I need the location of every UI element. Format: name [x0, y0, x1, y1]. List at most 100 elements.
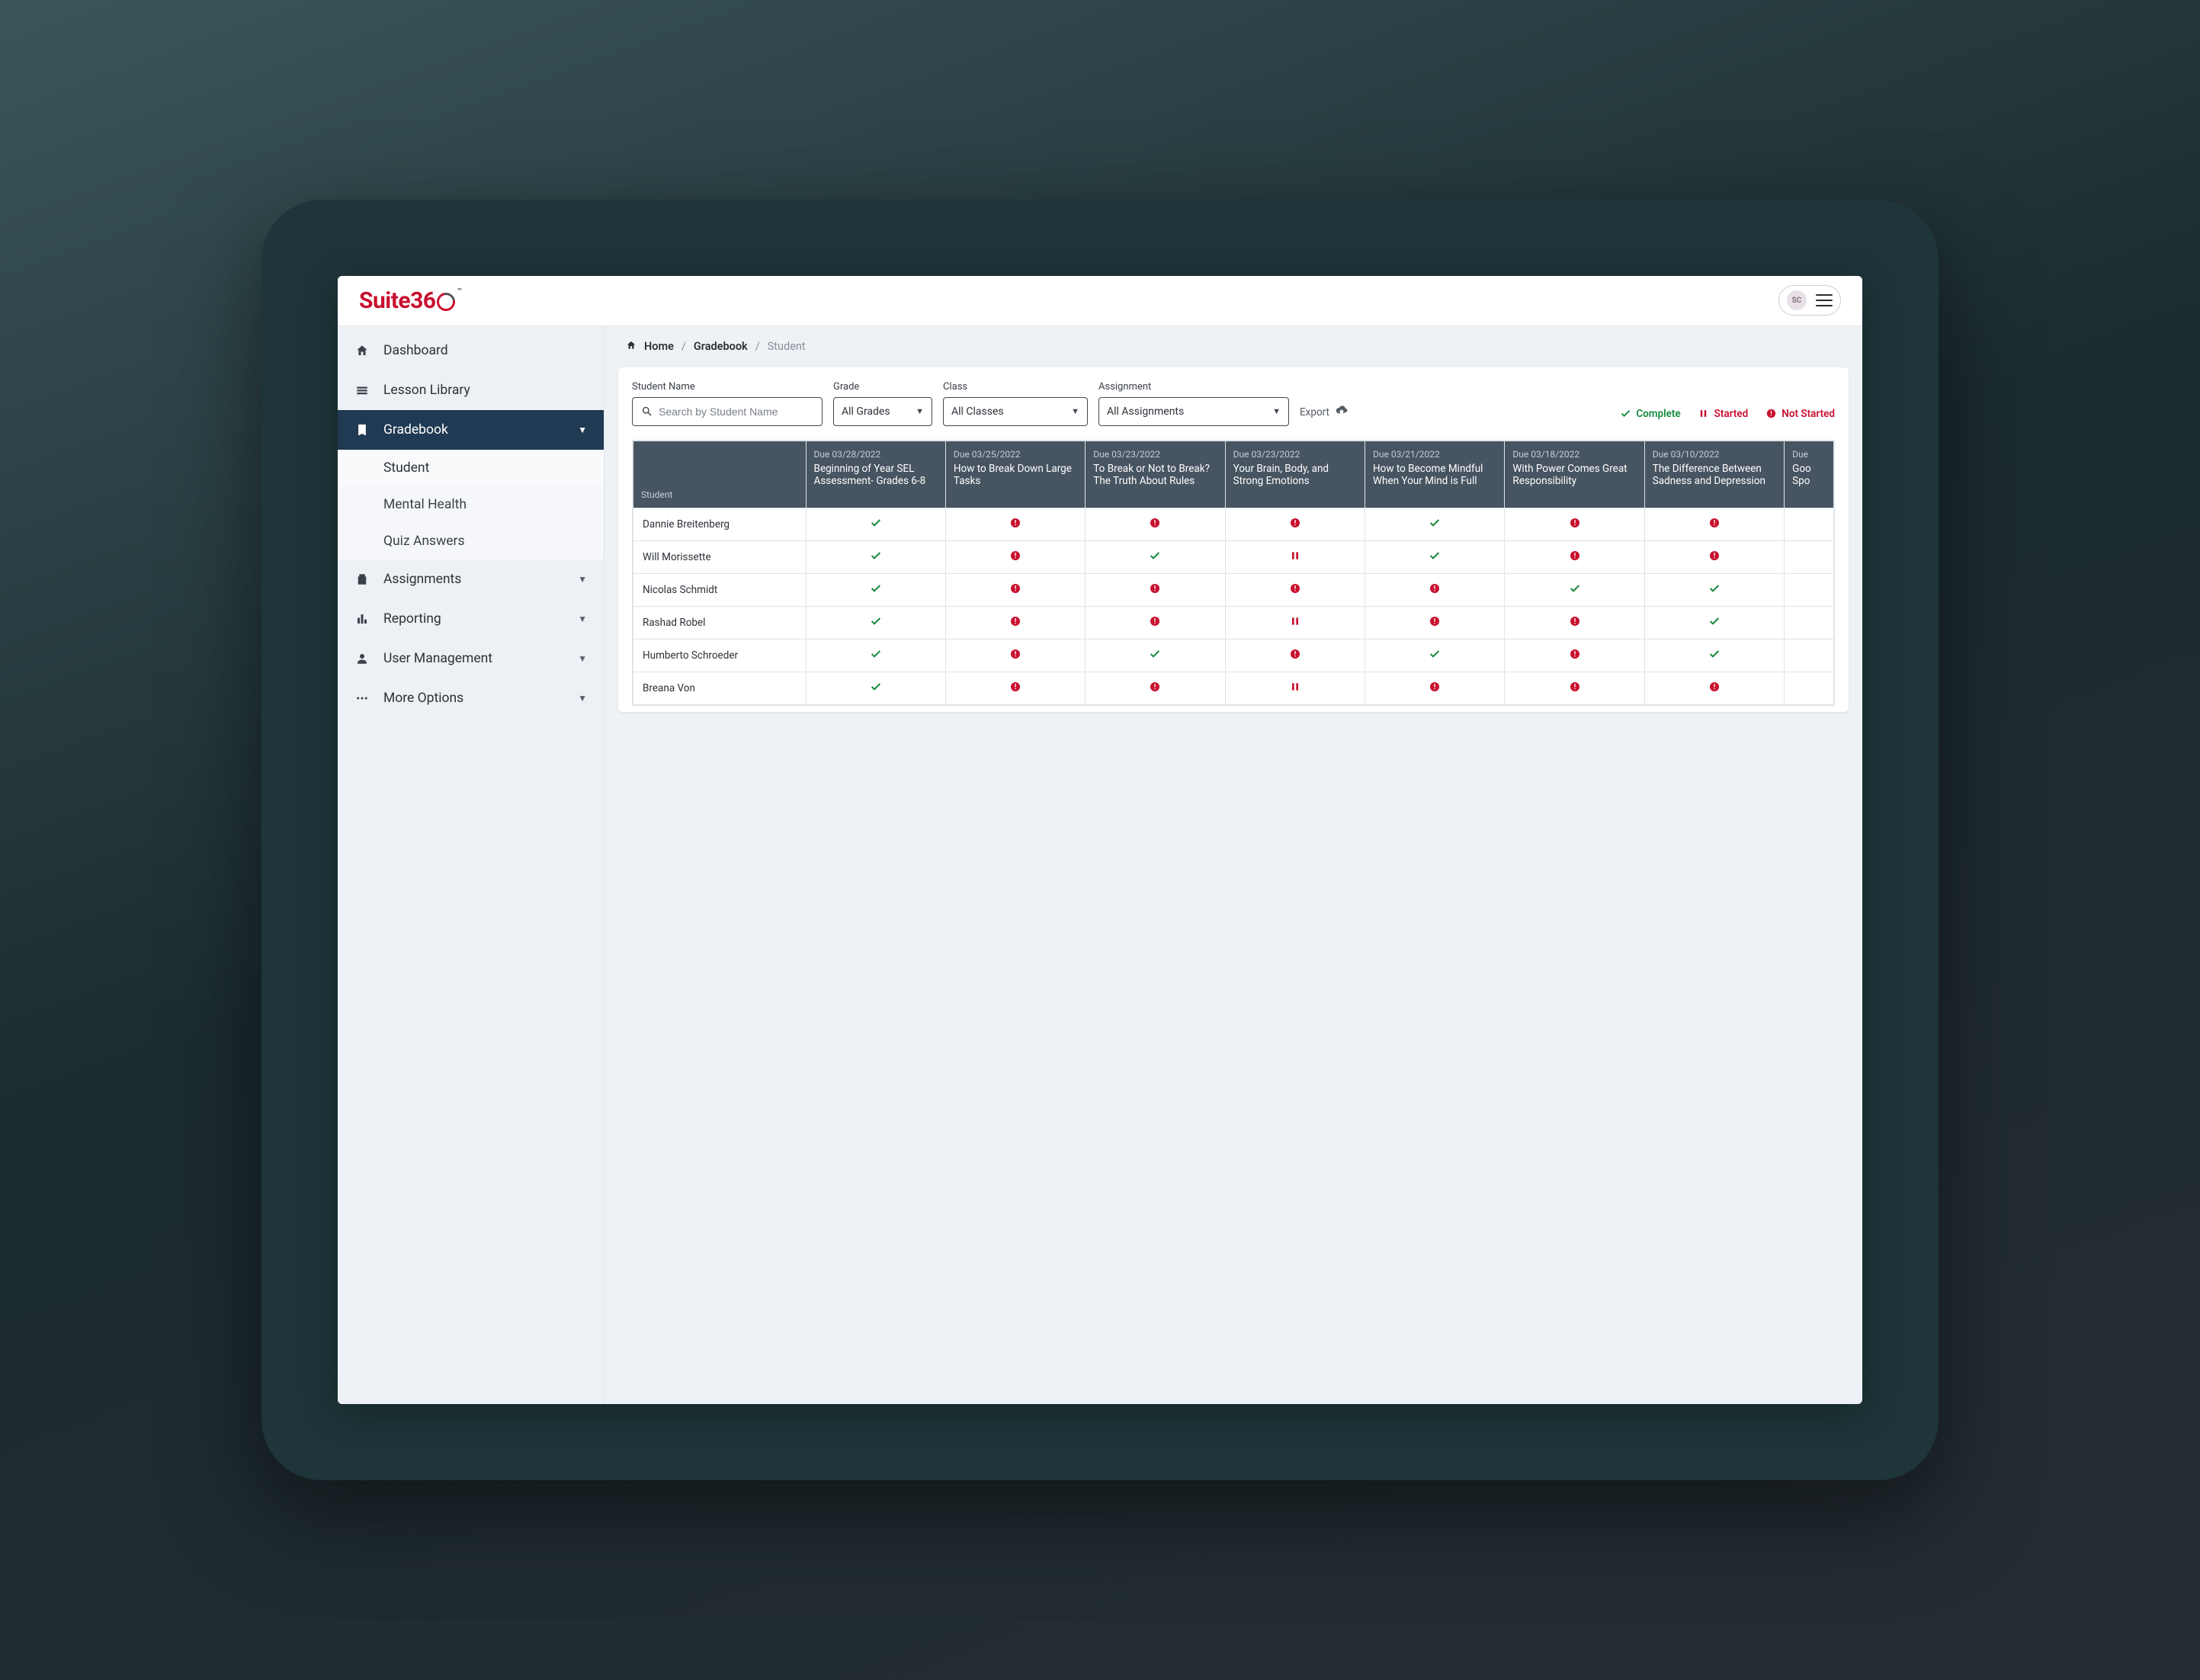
- status-complete-icon: [1568, 582, 1582, 595]
- user-menu[interactable]: SC: [1778, 285, 1841, 316]
- status-cell[interactable]: [1225, 508, 1365, 540]
- status-cell[interactable]: [1365, 573, 1505, 606]
- chevron-down-icon: ▼: [578, 614, 587, 624]
- status-cell[interactable]: [945, 508, 1085, 540]
- sidebar-item-reporting[interactable]: Reporting ▼: [338, 599, 604, 639]
- sidebar-subitem-student[interactable]: Student: [338, 450, 604, 486]
- table-row[interactable]: Will Morissette: [633, 540, 1834, 573]
- student-name-cell[interactable]: Dannie Breitenberg: [633, 508, 807, 540]
- status-cell[interactable]: [1225, 540, 1365, 573]
- status-cell[interactable]: [1644, 606, 1784, 639]
- sidebar-item-more-options[interactable]: More Options ▼: [338, 678, 604, 718]
- status-cell[interactable]: [1365, 606, 1505, 639]
- status-cell[interactable]: [1505, 540, 1644, 573]
- student-name-cell[interactable]: Rashad Robel: [633, 606, 807, 639]
- legend-label: Started: [1714, 408, 1749, 420]
- status-cell[interactable]: [1785, 639, 1834, 672]
- sidebar-item-assignments[interactable]: Assignments ▼: [338, 559, 604, 599]
- breadcrumb-home[interactable]: Home: [644, 340, 674, 353]
- status-cell[interactable]: [1785, 573, 1834, 606]
- status-cell[interactable]: [1225, 573, 1365, 606]
- gradebook-card: Student Name Grade All Grade: [618, 367, 1849, 712]
- status-cell[interactable]: [1644, 540, 1784, 573]
- logo[interactable]: Suite 36 ™: [359, 287, 460, 314]
- status-cell[interactable]: [1086, 606, 1225, 639]
- status-cell[interactable]: [1365, 672, 1505, 704]
- student-name-cell[interactable]: Nicolas Schmidt: [633, 573, 807, 606]
- student-name-cell[interactable]: Will Morissette: [633, 540, 807, 573]
- status-not-started-icon: [1568, 614, 1582, 628]
- status-cell[interactable]: [945, 672, 1085, 704]
- breadcrumb-separator: /: [681, 340, 686, 353]
- grade-table: Student Due 03/28/2022Beginning of Year …: [633, 441, 1834, 705]
- status-cell[interactable]: [806, 672, 945, 704]
- app-window: Suite 36 ™ SC Dashboard: [338, 276, 1862, 1404]
- status-cell[interactable]: [1505, 639, 1644, 672]
- status-cell[interactable]: [1086, 639, 1225, 672]
- status-cell[interactable]: [1785, 508, 1834, 540]
- class-select[interactable]: All Classes ▼: [943, 397, 1088, 426]
- status-cell[interactable]: [1086, 672, 1225, 704]
- sidebar-item-gradebook[interactable]: Gradebook ▼: [338, 410, 604, 450]
- sidebar-item-user-management[interactable]: User Management ▼: [338, 639, 604, 678]
- status-cell[interactable]: [1644, 639, 1784, 672]
- table-head: Student Due 03/28/2022Beginning of Year …: [633, 441, 1834, 508]
- grade-select[interactable]: All Grades ▼: [833, 397, 932, 426]
- select-value: All Classes: [951, 406, 1004, 418]
- status-cell[interactable]: [1225, 606, 1365, 639]
- status-cell[interactable]: [1365, 639, 1505, 672]
- status-cell[interactable]: [945, 606, 1085, 639]
- status-cell[interactable]: [1086, 540, 1225, 573]
- search-input[interactable]: [659, 406, 814, 418]
- status-complete-icon: [1428, 549, 1442, 563]
- status-cell[interactable]: [1505, 672, 1644, 704]
- logo-text-360: 36: [410, 287, 435, 314]
- chevron-down-icon: ▼: [578, 574, 587, 585]
- status-cell[interactable]: [806, 639, 945, 672]
- sidebar-subitem-mental-health[interactable]: Mental Health: [338, 486, 604, 523]
- status-cell[interactable]: [1365, 540, 1505, 573]
- status-cell[interactable]: [1785, 672, 1834, 704]
- filters-row: Student Name Grade All Grade: [632, 381, 1835, 426]
- sidebar-item-dashboard[interactable]: Dashboard: [338, 331, 604, 370]
- export-button[interactable]: Export: [1300, 405, 1348, 426]
- grade-table-wrap[interactable]: Student Due 03/28/2022Beginning of Year …: [632, 440, 1835, 706]
- status-cell[interactable]: [806, 508, 945, 540]
- status-cell[interactable]: [806, 573, 945, 606]
- status-cell[interactable]: [1644, 573, 1784, 606]
- column-header-student: Student: [633, 441, 807, 508]
- status-cell[interactable]: [806, 540, 945, 573]
- search-input-wrap[interactable]: [632, 397, 823, 426]
- status-cell[interactable]: [1644, 672, 1784, 704]
- breadcrumb-gradebook[interactable]: Gradebook: [694, 340, 748, 353]
- status-cell[interactable]: [1785, 606, 1834, 639]
- status-cell[interactable]: [1086, 508, 1225, 540]
- home-icon: [354, 343, 370, 358]
- table-row[interactable]: Breana Von: [633, 672, 1834, 704]
- table-row[interactable]: Nicolas Schmidt: [633, 573, 1834, 606]
- select-value: All Grades: [842, 406, 890, 418]
- student-name-cell[interactable]: Breana Von: [633, 672, 807, 704]
- student-name-cell[interactable]: Humberto Schroeder: [633, 639, 807, 672]
- status-cell[interactable]: [1225, 639, 1365, 672]
- status-cell[interactable]: [945, 540, 1085, 573]
- status-cell[interactable]: [1644, 508, 1784, 540]
- status-cell[interactable]: [1785, 540, 1834, 573]
- status-cell[interactable]: [1225, 672, 1365, 704]
- status-cell[interactable]: [1505, 508, 1644, 540]
- status-cell[interactable]: [945, 639, 1085, 672]
- status-cell[interactable]: [1086, 573, 1225, 606]
- status-cell[interactable]: [806, 606, 945, 639]
- table-row[interactable]: Humberto Schroeder: [633, 639, 1834, 672]
- status-cell[interactable]: [1365, 508, 1505, 540]
- status-cell[interactable]: [1505, 573, 1644, 606]
- status-not-started-icon: [1009, 549, 1022, 563]
- status-cell[interactable]: [1505, 606, 1644, 639]
- table-row[interactable]: Rashad Robel: [633, 606, 1834, 639]
- sidebar-subitem-quiz-answers[interactable]: Quiz Answers: [338, 523, 604, 559]
- status-not-started-icon: [1428, 680, 1442, 694]
- assignment-select[interactable]: All Assignments ▼: [1098, 397, 1289, 426]
- table-row[interactable]: Dannie Breitenberg: [633, 508, 1834, 540]
- sidebar-item-lesson-library[interactable]: Lesson Library: [338, 370, 604, 410]
- status-cell[interactable]: [945, 573, 1085, 606]
